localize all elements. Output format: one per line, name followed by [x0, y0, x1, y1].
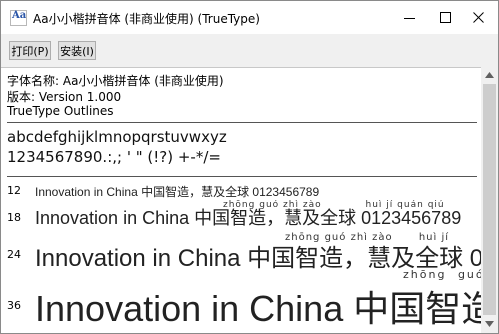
- close-icon: [473, 12, 484, 23]
- font-file-icon: Aa: [10, 10, 27, 26]
- print-button[interactable]: 打印(P): [9, 41, 51, 60]
- size-label: 12: [7, 184, 21, 197]
- font-outlines-label: TrueType Outlines: [7, 104, 114, 118]
- font-preview-pane[interactable]: 字体名称: Aa小小楷拼音体 (非商业使用) 版本: Version 1.000…: [1, 67, 481, 333]
- size-label: 18: [7, 211, 21, 224]
- sample-row-36: 36 Innovation in China 中国智造，慧及全球 0123456…: [1, 268, 481, 333]
- pinyin-annotation: zhōng guó: [403, 268, 481, 281]
- toolbar: 打印(P) 安装(I): [1, 34, 498, 66]
- minimize-icon: [404, 18, 415, 19]
- sample-text: Innovation in China 中国智造，慧及全球 0123456789: [35, 185, 320, 199]
- window-title: Aa小小楷拼音体 (非商业使用) (TrueType): [33, 12, 260, 26]
- divider: [7, 176, 477, 177]
- sample-row-24: 24 Innovation in China 中国智造，慧及全球 0123456…: [1, 232, 481, 270]
- pinyin-annotation: zhōng guó zhì zào huì jí quán qiú: [223, 200, 445, 210]
- title-bar[interactable]: Aa Aa小小楷拼音体 (非商业使用) (TrueType): [1, 1, 498, 34]
- size-label: 36: [7, 299, 21, 312]
- close-button[interactable]: [460, 1, 498, 34]
- scrollbar-thumb[interactable]: [483, 84, 496, 315]
- scroll-down-arrow-icon[interactable]: [485, 321, 494, 327]
- sample-text: Innovation in China 中国智造，慧及全球 0123456789: [35, 288, 481, 329]
- vertical-scrollbar[interactable]: [481, 67, 498, 333]
- maximize-icon: [440, 12, 451, 23]
- sample-row-12: 12 Innovation in China 中国智造，慧及全球 0123456…: [1, 180, 481, 202]
- pinyin-annotation: zhōng guó zhì zào huì jí: [285, 232, 450, 243]
- divider: [7, 122, 477, 123]
- digits-symbols-sample: 1234567890.:,; ' " (!?) +-*/=: [7, 148, 221, 166]
- font-version-label: 版本: Version 1.000: [7, 90, 122, 104]
- font-name-label: 字体名称: Aa小小楷拼音体 (非商业使用): [7, 74, 224, 88]
- install-button[interactable]: 安装(I): [58, 41, 96, 60]
- font-viewer-window: Aa Aa小小楷拼音体 (非商业使用) (TrueType) 打印(P) 安装(…: [0, 0, 499, 334]
- scroll-up-arrow-icon[interactable]: [485, 72, 494, 78]
- lowercase-sample: abcdefghijklmnopqrstuvwxyz: [7, 128, 227, 146]
- size-label: 24: [7, 248, 21, 261]
- sample-row-18: 18 Innovation in China 中国智造，慧及全球 0123456…: [1, 200, 481, 230]
